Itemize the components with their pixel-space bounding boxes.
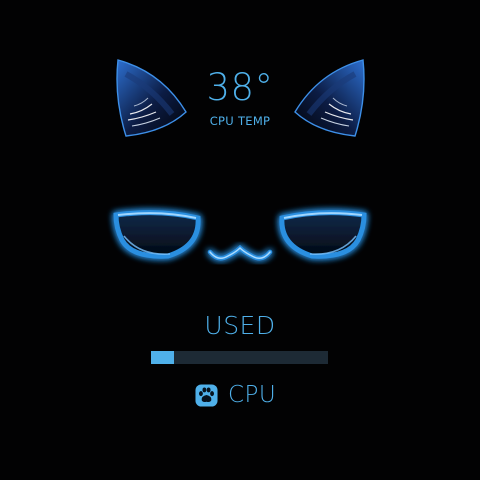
mouth-icon [207,244,273,261]
usage-progress-fill [151,351,174,364]
paw-icon [195,383,218,407]
cat-ear-right-icon [294,59,365,137]
device-label-row: CPU [195,380,276,410]
temperature-value: 38° [206,66,274,109]
usage-label: USED [204,311,276,340]
temperature-label: CPU TEMP [209,114,271,128]
cat-face [113,210,367,261]
temperature-readout: 38° CPU TEMP [180,66,300,129]
device-label: CPU [228,382,277,408]
cpu-monitor-screen: 38° CPU TEMP USED CPU [0,0,480,480]
left-eye-icon [113,210,201,259]
usage-progress-bar [151,351,328,364]
right-eye-icon [279,210,367,259]
